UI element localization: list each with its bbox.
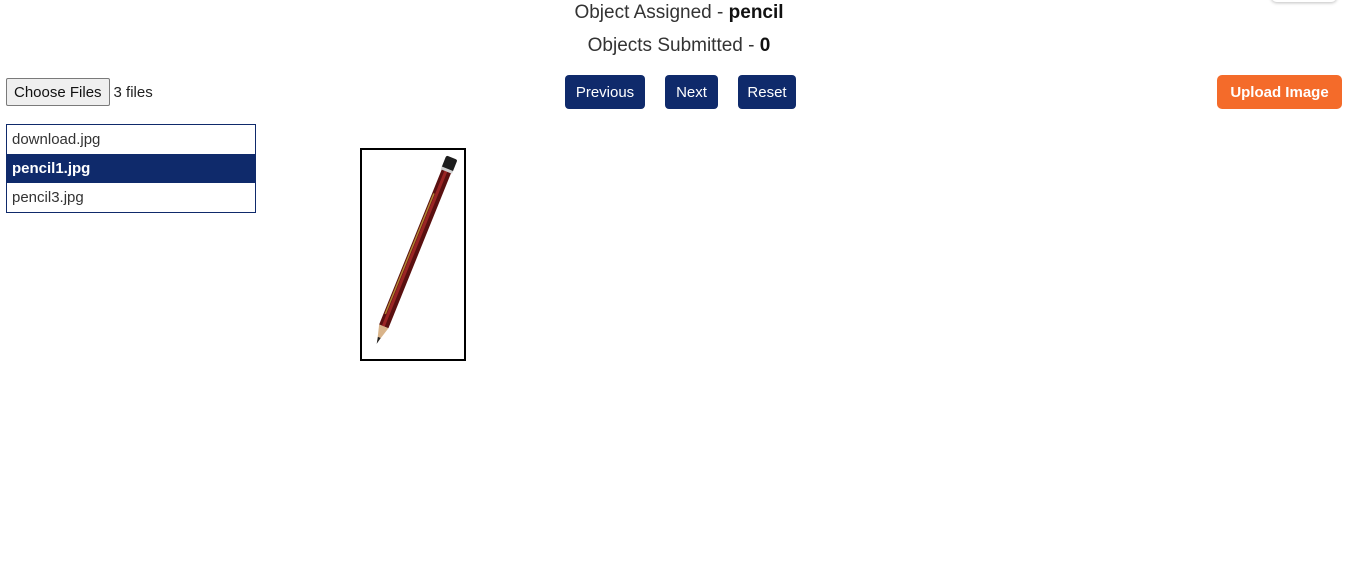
file-picker: Choose Files 3 files <box>6 78 153 106</box>
pencil-highlight <box>381 169 448 327</box>
file-list-item[interactable]: download.jpg <box>7 125 255 154</box>
next-button[interactable]: Next <box>665 75 718 109</box>
objects-submitted-value: 0 <box>759 35 771 56</box>
pencil-wood <box>377 324 389 344</box>
choose-files-button[interactable]: Choose Files <box>6 78 110 106</box>
annotation-page: Object Assigned - pencil Objects Submitt… <box>0 0 1351 581</box>
file-list: download.jpg pencil1.jpg pencil3.jpg <box>6 124 256 213</box>
objects-submitted-label: Objects Submitted - <box>587 35 760 56</box>
object-assigned-line: Object Assigned - pencil <box>0 2 1351 24</box>
pencil-image <box>376 155 457 344</box>
previous-button[interactable]: Previous <box>565 75 645 109</box>
file-count-text: 3 files <box>113 83 153 101</box>
object-assigned-value: pencil <box>728 2 784 23</box>
upload-image-button[interactable]: Upload Image <box>1217 75 1342 109</box>
objects-submitted-line: Objects Submitted - 0 <box>0 35 1351 57</box>
reset-button[interactable]: Reset <box>738 75 796 109</box>
file-list-item[interactable]: pencil3.jpg <box>7 183 255 212</box>
image-preview[interactable] <box>360 148 466 361</box>
file-list-item-selected[interactable]: pencil1.jpg <box>7 154 255 183</box>
pencil-lead <box>376 336 381 344</box>
object-assigned-label: Object Assigned - <box>574 2 729 23</box>
pencil-print <box>384 193 435 315</box>
